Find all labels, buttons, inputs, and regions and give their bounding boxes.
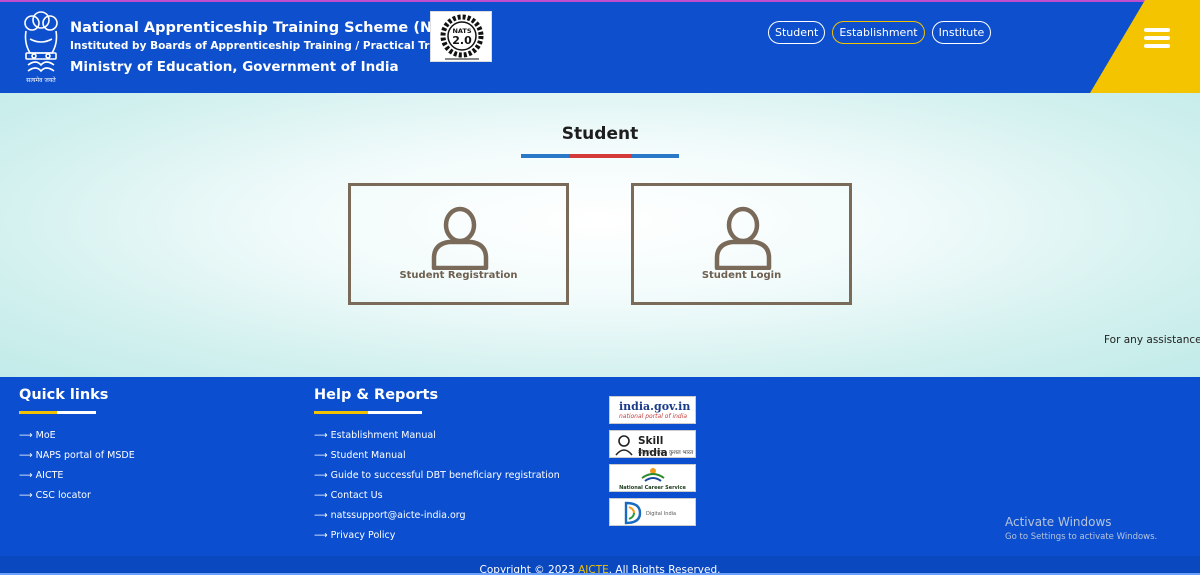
nav-institute-button[interactable]: Institute	[931, 21, 992, 44]
header-nav: Student Establishment Institute	[768, 21, 992, 44]
main-content: Student Student Registration Student Log…	[0, 93, 1200, 377]
gear-icon: NATS 2.0	[440, 14, 484, 60]
scheme-subtitle: Instituted by Boards of Apprenticeship T…	[70, 40, 467, 52]
user-icon	[431, 206, 489, 270]
student-registration-card[interactable]: Student Registration	[348, 183, 569, 305]
activate-windows-title: Activate Windows	[1005, 515, 1112, 529]
skill-india-subtext: कौशल भारत - कुशल भारत	[638, 450, 694, 456]
ministry-title: Ministry of Education, Government of Ind…	[70, 59, 399, 75]
help-link-student-manual[interactable]: ⟶ Student Manual	[314, 446, 560, 466]
quick-links-heading: Quick links	[19, 387, 109, 403]
header-title-block: National Apprenticeship Training Scheme …	[70, 18, 469, 77]
digital-india-text: Digital India	[646, 511, 677, 517]
quick-link-naps[interactable]: ⟶ NAPS portal of MSDE	[19, 446, 135, 466]
quick-links-list: ⟶ MoE ⟶ NAPS portal of MSDE ⟶ AICTE ⟶ CS…	[19, 426, 135, 506]
activate-windows-watermark: Activate Windows Go to Settings to activ…	[1005, 515, 1157, 544]
partner-logos: india.gov.in national portal of india Sk…	[609, 396, 696, 532]
india-gov-subtext: national portal of india	[619, 413, 688, 420]
help-reports-heading: Help & Reports	[314, 387, 439, 403]
national-emblem-icon: सत्यमेव जयते	[24, 11, 58, 84]
nav-establishment-button[interactable]: Establishment	[832, 21, 925, 44]
quick-link-moe[interactable]: ⟶ MoE	[19, 426, 135, 446]
quick-links-underline	[19, 411, 96, 414]
site-footer: Quick links ⟶ MoE ⟶ NAPS portal of MSDE …	[0, 377, 1200, 575]
student-login-card[interactable]: Student Login	[631, 183, 852, 305]
digital-india-logo[interactable]: Digital India	[609, 498, 696, 526]
ncs-text: National Career Service	[619, 485, 686, 491]
student-login-label: Student Login	[701, 270, 782, 281]
help-reports-underline	[314, 411, 422, 414]
page-title: Student	[561, 124, 639, 144]
help-link-dbt-guide[interactable]: ⟶ Guide to successful DBT beneficiary re…	[314, 466, 560, 486]
activate-windows-subtitle: Go to Settings to activate Windows.	[1005, 532, 1158, 542]
ncs-icon	[641, 468, 665, 482]
skill-india-logo[interactable]: Skill India कौशल भारत - कुशल भारत	[609, 430, 696, 458]
india-gov-text: india.gov.in	[619, 400, 691, 413]
scheme-title: National Apprenticeship Training Scheme …	[70, 20, 470, 36]
header-top-line	[0, 0, 1200, 2]
digital-india-icon	[624, 501, 642, 525]
quick-link-aicte[interactable]: ⟶ AICTE	[19, 466, 135, 486]
help-link-privacy-policy[interactable]: ⟶ Privacy Policy	[314, 526, 560, 546]
help-link-support-email[interactable]: ⟶ natssupport@aicte-india.org	[314, 506, 560, 526]
user-icon	[714, 206, 772, 270]
ncs-logo[interactable]: National Career Service	[609, 464, 696, 492]
help-link-establishment-manual[interactable]: ⟶ Establishment Manual	[314, 426, 560, 446]
nav-student-button[interactable]: Student	[768, 21, 826, 44]
india-gov-logo[interactable]: india.gov.in national portal of india	[609, 396, 696, 424]
assistance-text: For any assistance	[1104, 334, 1200, 346]
student-registration-label: Student Registration	[399, 270, 518, 281]
svg-text:सत्यमेव जयते: सत्यमेव जयते	[26, 76, 56, 84]
site-header: सत्यमेव जयते National Apprenticeship Tra…	[0, 0, 1200, 93]
help-link-contact-us[interactable]: ⟶ Contact Us	[314, 486, 560, 506]
title-underline	[521, 154, 679, 158]
menu-icon[interactable]	[1144, 28, 1172, 50]
help-reports-list: ⟶ Establishment Manual ⟶ Student Manual …	[314, 426, 560, 546]
nats-logo[interactable]: NATS 2.0	[430, 11, 492, 62]
quick-link-csc[interactable]: ⟶ CSC locator	[19, 486, 135, 506]
logo-version: 2.0	[452, 34, 472, 47]
skill-india-icon	[615, 435, 633, 456]
